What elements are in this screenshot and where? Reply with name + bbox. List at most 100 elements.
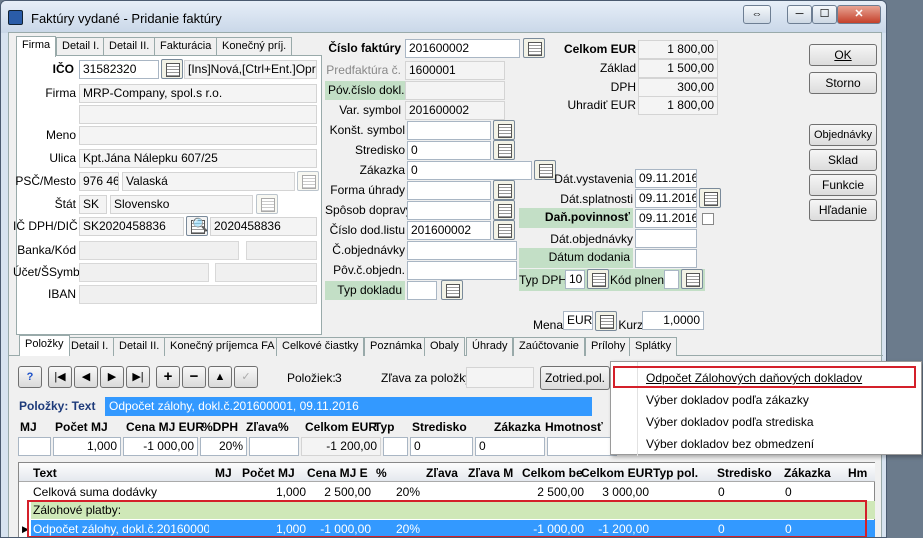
kodplnen-field[interactable]: [664, 270, 679, 289]
dodania-field[interactable]: [635, 249, 697, 268]
psc-field[interactable]: 976 46: [79, 172, 119, 191]
last-record-button[interactable]: ▶|: [126, 366, 150, 388]
add-item-button[interactable]: +: [156, 366, 180, 388]
ico-picker-icon[interactable]: [161, 59, 183, 79]
sposob-picker-icon[interactable]: [493, 200, 515, 220]
first-record-button[interactable]: |◀: [48, 366, 72, 388]
tab-b-detail-1[interactable]: Detail I.: [65, 337, 115, 356]
povcislo-field[interactable]: [405, 81, 505, 100]
table-row[interactable]: Celková suma dodávky 1,000 2 500,00 20% …: [19, 483, 875, 501]
icdph-field[interactable]: SK2020458836: [79, 217, 184, 236]
stredisko-picker-icon[interactable]: [493, 140, 515, 160]
ed-hmotnost[interactable]: [547, 437, 617, 456]
calendar-icon[interactable]: [699, 188, 721, 208]
objednavky-button[interactable]: Objednávky: [809, 124, 877, 146]
kodplnen-picker-icon[interactable]: [681, 269, 703, 289]
col-cena[interactable]: Cena MJ E: [307, 466, 368, 480]
povobj-field[interactable]: [407, 261, 517, 280]
zotried-button[interactable]: Zotried.pol.: [540, 366, 610, 390]
col-pocet[interactable]: Počet MJ: [242, 466, 295, 480]
prev-record-button[interactable]: ◀: [74, 366, 98, 388]
danpov-checkbox[interactable]: [702, 213, 714, 225]
forma-field[interactable]: [407, 181, 491, 200]
zrava-field[interactable]: [466, 367, 534, 388]
ed-zakazka[interactable]: 0: [475, 437, 545, 456]
konst-field[interactable]: [407, 121, 491, 140]
tab-prilohy[interactable]: Prílohy: [585, 337, 632, 356]
konst-picker-icon[interactable]: [493, 120, 515, 140]
move-up-button[interactable]: ▲: [208, 366, 232, 388]
col-dph[interactable]: %: [376, 466, 387, 480]
mesto-field[interactable]: Valaská: [122, 172, 295, 191]
typ-dokladu-picker-icon[interactable]: [441, 280, 463, 300]
kod-field[interactable]: [246, 241, 317, 260]
mesto-picker-icon[interactable]: [297, 171, 319, 191]
tab-obaly[interactable]: Obaly: [424, 337, 465, 356]
col-typ[interactable]: Typ pol.: [653, 466, 698, 480]
col-zlava-m[interactable]: Zľava M: [468, 466, 513, 480]
cislo-field[interactable]: 201600002: [405, 39, 520, 58]
cislo-picker-icon[interactable]: [523, 38, 545, 58]
storno-button[interactable]: Storno: [809, 72, 877, 94]
col-text[interactable]: Text: [33, 466, 57, 480]
tab-firma[interactable]: Firma: [16, 36, 57, 57]
ed-cena[interactable]: -1 000,00: [123, 437, 198, 456]
funkcie-button[interactable]: Funkcie: [809, 174, 877, 196]
menu-item-bez-obmedzeni[interactable]: Výber dokladov bez obmedzení: [646, 437, 814, 451]
zakazka-field[interactable]: 0: [407, 161, 532, 180]
col-zakazka[interactable]: Zákazka: [784, 466, 831, 480]
col-hm[interactable]: Hm: [848, 466, 867, 480]
firma-field-2[interactable]: [79, 105, 317, 124]
tab-konecny-prijemca[interactable]: Konečný príjemca FA: [164, 337, 281, 356]
ed-pocet[interactable]: 1,000: [53, 437, 121, 456]
tab-uhrady[interactable]: Úhrady: [466, 337, 514, 356]
hladanie-button[interactable]: Hľadanie: [809, 199, 877, 221]
forma-picker-icon[interactable]: [493, 180, 515, 200]
tab-poznamka[interactable]: Poznámka: [364, 337, 428, 356]
tab-detail-2[interactable]: Detail II.: [103, 37, 156, 56]
dodlist-field[interactable]: 201600002: [407, 221, 491, 240]
mena-field[interactable]: EUR: [563, 311, 593, 330]
ssymb-field[interactable]: [215, 263, 317, 282]
ed-zlava[interactable]: [249, 437, 299, 456]
cobj-field[interactable]: [407, 241, 517, 260]
stat-code-field[interactable]: SK: [79, 195, 107, 214]
check-icon[interactable]: ✓: [234, 366, 258, 388]
restore-arrows-button[interactable]: ⇔: [743, 5, 771, 24]
help-button[interactable]: ?: [18, 366, 42, 388]
banka-field[interactable]: [79, 241, 239, 260]
vystavenia-field[interactable]: 09.11.2016: [635, 169, 697, 188]
search-icon[interactable]: 🔍: [186, 216, 208, 236]
splatnosti-field[interactable]: 09.11.2016: [635, 189, 697, 208]
tab-polozky[interactable]: Položky: [19, 335, 70, 356]
firma-field[interactable]: MRP-Company, spol.s r.o.: [79, 84, 317, 103]
typdph-field[interactable]: 10: [565, 270, 585, 289]
ed-typ[interactable]: [383, 437, 408, 456]
ed-mj[interactable]: [18, 437, 51, 456]
tab-celkove-ciastky[interactable]: Celkové čiastky: [276, 337, 365, 356]
stredisko-field[interactable]: 0: [407, 141, 491, 160]
menu-item-stredisko[interactable]: Výber dokladov podľa strediska: [646, 415, 814, 429]
ulica-field[interactable]: Kpt.Jána Nálepku 607/25: [79, 149, 317, 168]
tab-konecny-prij[interactable]: Konečný príj.: [216, 37, 293, 56]
minimize-button[interactable]: ─: [787, 5, 812, 24]
tab-fakturacia[interactable]: Fakturácia: [154, 37, 218, 56]
tab-zauctovanie[interactable]: Zaúčtovanie: [513, 337, 585, 356]
next-record-button[interactable]: ▶: [100, 366, 124, 388]
col-zlava[interactable]: Zľava: [426, 466, 458, 480]
objednavky-date-field[interactable]: [635, 229, 697, 248]
typ-dokladu-field[interactable]: [407, 281, 437, 300]
col-mj[interactable]: MJ: [215, 466, 232, 480]
typdph-picker-icon[interactable]: [587, 269, 609, 289]
stat-picker-icon[interactable]: [256, 194, 278, 214]
dic-field[interactable]: 2020458836: [210, 217, 317, 236]
ico-field[interactable]: 31582320: [79, 60, 159, 79]
close-button[interactable]: ✕: [837, 5, 881, 24]
tab-b-detail-2[interactable]: Detail II.: [113, 337, 166, 356]
menu-item-zakazka[interactable]: Výber dokladov podľa zákazky: [646, 393, 809, 407]
ed-stredisko[interactable]: 0: [410, 437, 473, 456]
remove-item-button[interactable]: −: [182, 366, 206, 388]
kurz-field[interactable]: 1,0000: [642, 311, 704, 330]
tab-detail-1[interactable]: Detail I.: [56, 37, 106, 56]
varsym-field[interactable]: 201600002: [405, 101, 505, 120]
